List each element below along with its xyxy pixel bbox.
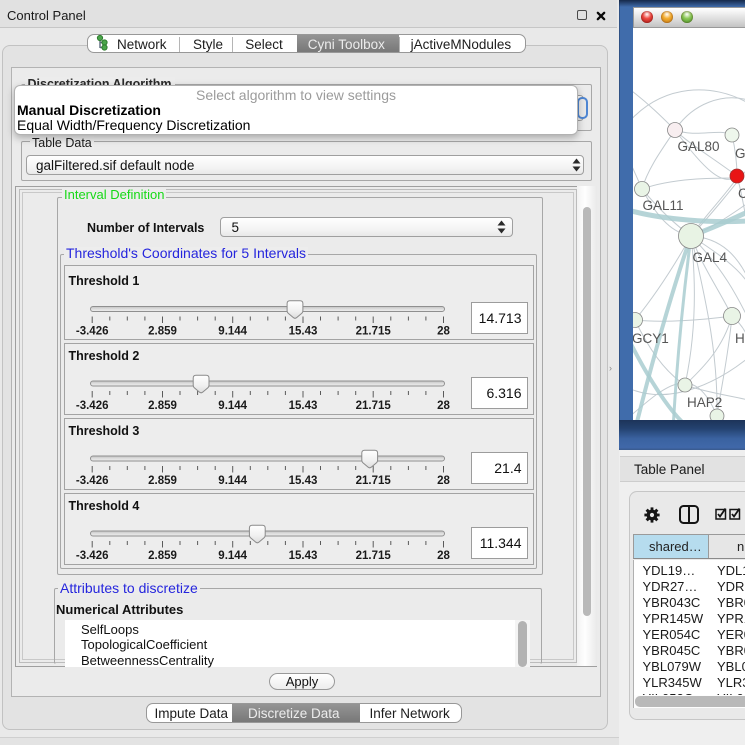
svg-text:G: G <box>735 146 745 161</box>
svg-text:GAL4: GAL4 <box>692 250 727 265</box>
svg-text:28: 28 <box>437 400 450 412</box>
svg-text:21.715: 21.715 <box>356 325 392 337</box>
svg-text:HAP2: HAP2 <box>687 395 722 410</box>
svg-text:C: C <box>738 186 745 201</box>
svg-text:2.859: 2.859 <box>148 325 177 337</box>
svg-text:2.859: 2.859 <box>148 400 177 412</box>
svg-text:15.43: 15.43 <box>289 400 318 412</box>
svg-text:GCY1: GCY1 <box>633 331 669 346</box>
svg-text:-3.426: -3.426 <box>76 550 109 562</box>
svg-text:15.43: 15.43 <box>289 325 318 337</box>
svg-text:9.144: 9.144 <box>218 475 247 487</box>
svg-text:9.144: 9.144 <box>218 325 247 337</box>
svg-text:28: 28 <box>437 475 450 487</box>
svg-text:21.715: 21.715 <box>356 475 392 487</box>
svg-text:2.859: 2.859 <box>148 550 177 562</box>
svg-text:-3.426: -3.426 <box>76 475 109 487</box>
svg-text:GAL80: GAL80 <box>677 139 719 154</box>
svg-text:-3.426: -3.426 <box>76 325 109 337</box>
svg-text:H: H <box>735 331 745 346</box>
svg-text:15.43: 15.43 <box>289 550 318 562</box>
svg-text:28: 28 <box>437 550 450 562</box>
svg-text:2.859: 2.859 <box>148 475 177 487</box>
svg-text:9.144: 9.144 <box>218 400 247 412</box>
svg-text:21.715: 21.715 <box>356 400 392 412</box>
svg-text:GAL11: GAL11 <box>642 198 683 213</box>
svg-text:28: 28 <box>437 325 450 337</box>
svg-text:15.43: 15.43 <box>289 475 318 487</box>
svg-text:9.144: 9.144 <box>218 550 247 562</box>
svg-text:-3.426: -3.426 <box>76 400 109 412</box>
svg-text:21.715: 21.715 <box>356 550 392 562</box>
